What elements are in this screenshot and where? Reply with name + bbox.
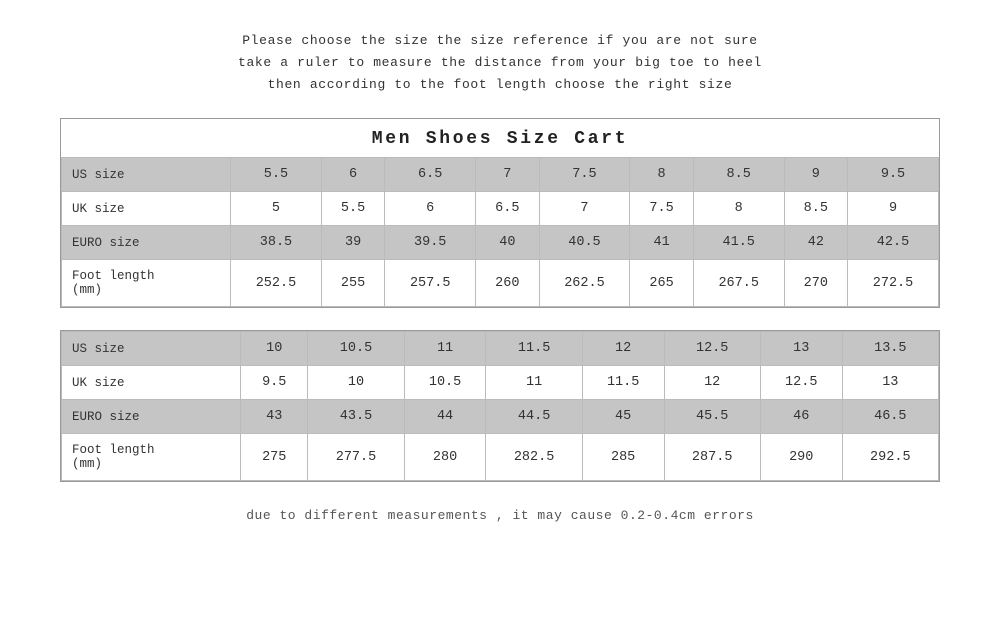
cell-value: 7 [476, 158, 539, 192]
cell-value: 42.5 [848, 226, 939, 260]
cell-value: 6 [321, 158, 384, 192]
cell-value: 267.5 [693, 260, 784, 307]
cell-value: 5.5 [231, 158, 322, 192]
cell-value: 9.5 [241, 366, 308, 400]
cell-value: 262.5 [539, 260, 630, 307]
cell-value: 44.5 [486, 400, 582, 434]
cell-value: 46.5 [842, 400, 938, 434]
cell-value: 46 [760, 400, 842, 434]
row-label: US size [62, 332, 241, 366]
cell-value: 39 [321, 226, 384, 260]
table2-wrapper: US size1010.51111.51212.51313.5UK size9.… [60, 330, 940, 482]
cell-value: 8 [630, 158, 693, 192]
cell-value: 12.5 [760, 366, 842, 400]
cell-value: 11.5 [486, 332, 582, 366]
cell-value: 38.5 [231, 226, 322, 260]
cell-value: 9 [848, 192, 939, 226]
cell-value: 290 [760, 434, 842, 481]
cell-value: 282.5 [486, 434, 582, 481]
cell-value: 10 [241, 332, 308, 366]
cell-value: 45 [582, 400, 664, 434]
cell-value: 292.5 [842, 434, 938, 481]
table-row: EURO size4343.54444.54545.54646.5 [62, 400, 939, 434]
cell-value: 5 [231, 192, 322, 226]
cell-value: 9.5 [848, 158, 939, 192]
instruction-line3: then according to the foot length choose… [238, 74, 762, 96]
cell-value: 8 [693, 192, 784, 226]
table-row: UK size55.566.577.588.59 [62, 192, 939, 226]
cell-value: 11 [404, 332, 486, 366]
cell-value: 41 [630, 226, 693, 260]
table1-wrapper: Men Shoes Size Cart US size5.566.577.588… [60, 118, 940, 308]
cell-value: 265 [630, 260, 693, 307]
cell-value: 41.5 [693, 226, 784, 260]
cell-value: 5.5 [321, 192, 384, 226]
cell-value: 40.5 [539, 226, 630, 260]
cell-value: 8.5 [784, 192, 847, 226]
cell-value: 8.5 [693, 158, 784, 192]
cell-value: 12 [664, 366, 760, 400]
cell-value: 280 [404, 434, 486, 481]
cell-value: 255 [321, 260, 384, 307]
table-row: US size1010.51111.51212.51313.5 [62, 332, 939, 366]
row-label: EURO size [62, 226, 231, 260]
table-row: Foot length (mm)275277.5280282.5285287.5… [62, 434, 939, 481]
row-label: US size [62, 158, 231, 192]
cell-value: 277.5 [308, 434, 404, 481]
cell-value: 6.5 [476, 192, 539, 226]
cell-value: 7.5 [539, 158, 630, 192]
cell-value: 252.5 [231, 260, 322, 307]
cell-value: 40 [476, 226, 539, 260]
table1-title: Men Shoes Size Cart [61, 119, 939, 157]
row-label: UK size [62, 366, 241, 400]
cell-value: 44 [404, 400, 486, 434]
cell-value: 12.5 [664, 332, 760, 366]
cell-value: 12 [582, 332, 664, 366]
cell-value: 45.5 [664, 400, 760, 434]
cell-value: 10.5 [404, 366, 486, 400]
row-label: EURO size [62, 400, 241, 434]
table-row: Foot length (mm)252.5255257.5260262.5265… [62, 260, 939, 307]
cell-value: 42 [784, 226, 847, 260]
cell-value: 9 [784, 158, 847, 192]
cell-value: 260 [476, 260, 539, 307]
cell-value: 257.5 [385, 260, 476, 307]
cell-value: 39.5 [385, 226, 476, 260]
cell-value: 287.5 [664, 434, 760, 481]
row-label: UK size [62, 192, 231, 226]
cell-value: 275 [241, 434, 308, 481]
row-label: Foot length (mm) [62, 434, 241, 481]
cell-value: 13 [842, 366, 938, 400]
cell-value: 13 [760, 332, 842, 366]
instruction-line2: take a ruler to measure the distance fro… [238, 52, 762, 74]
cell-value: 10.5 [308, 332, 404, 366]
cell-value: 285 [582, 434, 664, 481]
cell-value: 11.5 [582, 366, 664, 400]
table2: US size1010.51111.51212.51313.5UK size9.… [61, 331, 939, 481]
cell-value: 13.5 [842, 332, 938, 366]
cell-value: 272.5 [848, 260, 939, 307]
cell-value: 7 [539, 192, 630, 226]
footer-text: due to different measurements , it may c… [246, 508, 754, 523]
instruction-line1: Please choose the size the size referenc… [238, 30, 762, 52]
cell-value: 43 [241, 400, 308, 434]
table-row: UK size9.51010.51111.51212.513 [62, 366, 939, 400]
table1: US size5.566.577.588.599.5UK size55.566.… [61, 157, 939, 307]
cell-value: 270 [784, 260, 847, 307]
cell-value: 6 [385, 192, 476, 226]
row-label: Foot length (mm) [62, 260, 231, 307]
cell-value: 11 [486, 366, 582, 400]
table-row: US size5.566.577.588.599.5 [62, 158, 939, 192]
cell-value: 10 [308, 366, 404, 400]
cell-value: 43.5 [308, 400, 404, 434]
cell-value: 6.5 [385, 158, 476, 192]
instruction-block: Please choose the size the size referenc… [238, 30, 762, 96]
cell-value: 7.5 [630, 192, 693, 226]
table-row: EURO size38.53939.54040.54141.54242.5 [62, 226, 939, 260]
